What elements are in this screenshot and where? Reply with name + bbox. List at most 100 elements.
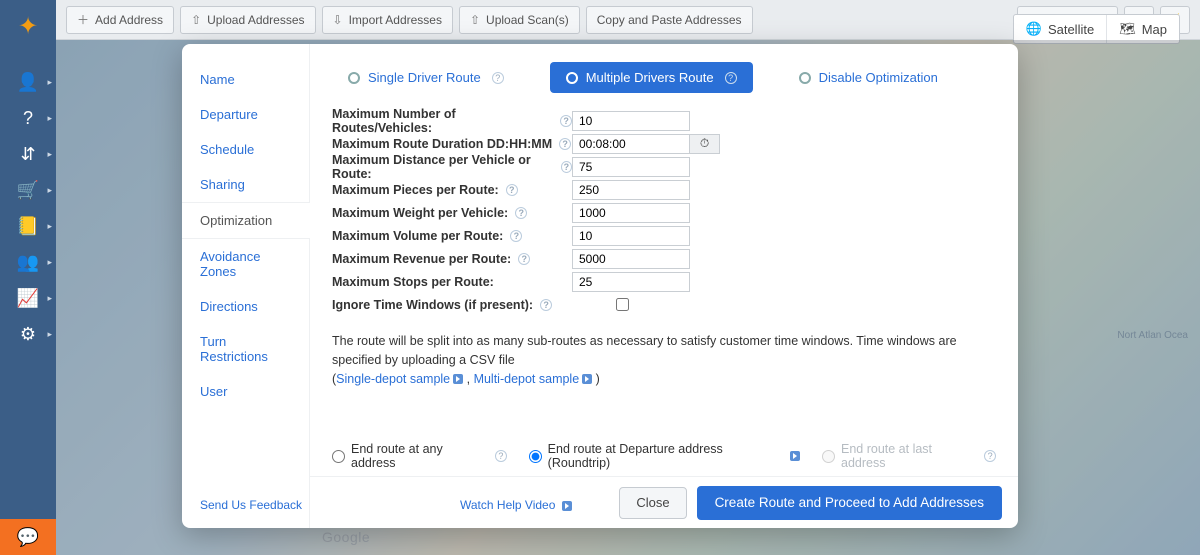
rail-item-routes[interactable]: ⇵▸ [0, 136, 56, 172]
max-routes-label: Maximum Number of Routes/Vehicles: [332, 107, 553, 135]
multi-depot-sample-link[interactable]: Multi-depot sample [474, 372, 593, 386]
side-optimization[interactable]: Optimization [182, 202, 309, 239]
help-icon[interactable]: ? [559, 138, 571, 150]
clock-icon: ⏱ [700, 136, 709, 151]
max-distance-label: Maximum Distance per Vehicle or Route: [332, 153, 554, 181]
copy-paste-button[interactable]: Copy and Paste Addresses [586, 6, 753, 34]
max-weight-input[interactable] [572, 203, 690, 223]
add-address-button[interactable]: ＋Add Address [66, 6, 174, 34]
help-icon[interactable]: ? [560, 115, 572, 127]
tab-single-driver[interactable]: Single Driver Route? [332, 62, 520, 93]
help-icon[interactable]: ? [540, 299, 552, 311]
max-duration-input[interactable] [572, 134, 690, 154]
max-revenue-label: Maximum Revenue per Route: [332, 252, 511, 266]
rail-item-analytics[interactable]: 📈▸ [0, 280, 56, 316]
help-icon[interactable]: ? [518, 253, 530, 265]
help-icon: ? [984, 450, 996, 462]
help-icon[interactable]: ? [492, 72, 504, 84]
time-window-note: The route will be split into as many sub… [332, 332, 996, 388]
rail-chat-button[interactable]: 💬 [0, 519, 56, 555]
help-icon[interactable]: ? [515, 207, 527, 219]
map-icon: 🗺 [1119, 21, 1136, 37]
ignore-tw-checkbox[interactable] [616, 298, 629, 311]
help-icon[interactable]: ? [725, 72, 737, 84]
upload-scans-label: Upload Scan(s) [486, 13, 569, 27]
single-depot-sample-link[interactable]: Single-depot sample [336, 372, 463, 386]
map-map-button[interactable]: 🗺Map [1106, 15, 1179, 43]
modal-footer: Close Create Route and Proceed to Add Ad… [310, 476, 1018, 528]
end-any-label: End route at any address [351, 442, 486, 470]
end-roundtrip-option[interactable]: End route at Departure address (Roundtri… [529, 442, 800, 470]
tab-disable-optimization[interactable]: Disable Optimization [783, 62, 954, 93]
rail-item-addressbook[interactable]: 📒▸ [0, 208, 56, 244]
ignore-tw-label: Ignore Time Windows (if present): [332, 298, 533, 312]
max-revenue-input[interactable] [572, 249, 690, 269]
max-routes-input[interactable] [572, 111, 690, 131]
note-text: The route will be split into as many sub… [332, 334, 957, 367]
side-name[interactable]: Name [182, 62, 309, 97]
side-user[interactable]: User [182, 374, 309, 409]
import-addresses-button[interactable]: ⇩Import Addresses [322, 6, 453, 34]
copy-paste-label: Copy and Paste Addresses [597, 13, 742, 27]
route-settings-modal: Name Departure Schedule Sharing Optimiza… [182, 44, 1018, 528]
close-button[interactable]: Close [619, 487, 686, 519]
side-avoidance[interactable]: Avoidance Zones [182, 239, 309, 289]
globe-icon: 🌐 [1026, 21, 1042, 37]
rail-item-team[interactable]: 👥▸ [0, 244, 56, 280]
end-roundtrip-radio[interactable] [529, 450, 542, 463]
optimization-form: Maximum Number of Routes/Vehicles:? Maxi… [310, 103, 1018, 388]
max-pieces-input[interactable] [572, 180, 690, 200]
rail-item-settings[interactable]: ⚙▸ [0, 316, 56, 352]
external-link-icon [582, 374, 592, 384]
radio-icon [799, 72, 811, 84]
side-schedule[interactable]: Schedule [182, 132, 309, 167]
upload-icon: ⇧ [191, 13, 201, 27]
chevron-right-icon: ▸ [47, 293, 52, 304]
left-rail: ✦ 👤▸ ?▸ ⇵▸ 🛒▸ 📒▸ 👥▸ 📈▸ ⚙▸ 💬 [0, 0, 56, 555]
end-any-option[interactable]: End route at any address? [332, 442, 507, 470]
modal-main: Single Driver Route? Multiple Drivers Ro… [310, 44, 1018, 528]
rail-item-add-user[interactable]: 👤▸ [0, 64, 56, 100]
side-sharing[interactable]: Sharing [182, 167, 309, 202]
max-distance-input[interactable] [572, 157, 690, 177]
duration-picker-button[interactable]: ⏱ [690, 134, 720, 154]
create-route-button[interactable]: Create Route and Proceed to Add Addresse… [697, 486, 1002, 520]
max-volume-input[interactable] [572, 226, 690, 246]
tab-multiple-label: Multiple Drivers Route [586, 70, 714, 85]
rail-item-help[interactable]: ?▸ [0, 100, 56, 136]
help-icon[interactable]: ? [561, 161, 572, 173]
satellite-label: Satellite [1048, 22, 1094, 37]
end-any-radio[interactable] [332, 450, 345, 463]
max-stops-label: Maximum Stops per Route: [332, 275, 494, 289]
send-feedback-link[interactable]: Send Us Feedback [200, 498, 302, 512]
side-departure[interactable]: Departure [182, 97, 309, 132]
side-directions[interactable]: Directions [182, 289, 309, 324]
map-satellite-button[interactable]: 🌐 Satellite [1014, 15, 1106, 43]
end-roundtrip-label: End route at Departure address (Roundtri… [548, 442, 782, 470]
chevron-right-icon: ▸ [47, 149, 52, 160]
tab-disable-label: Disable Optimization [819, 70, 938, 85]
chevron-right-icon: ▸ [47, 77, 52, 88]
max-stops-input[interactable] [572, 272, 690, 292]
upload-scans-button[interactable]: ⇧Upload Scan(s) [459, 6, 580, 34]
end-route-options: End route at any address? End route at D… [332, 434, 996, 470]
external-link-icon [790, 451, 800, 461]
plus-icon: ＋ [77, 11, 89, 28]
max-weight-label: Maximum Weight per Vehicle: [332, 206, 508, 220]
upload-addresses-label: Upload Addresses [207, 13, 304, 27]
max-duration-label: Maximum Route Duration DD:HH:MM [332, 137, 552, 151]
help-icon[interactable]: ? [510, 230, 522, 242]
chevron-right-icon: ▸ [47, 257, 52, 268]
side-turn[interactable]: Turn Restrictions [182, 324, 309, 374]
max-volume-label: Maximum Volume per Route: [332, 229, 503, 243]
radio-icon [348, 72, 360, 84]
help-icon[interactable]: ? [495, 450, 507, 462]
rail-item-cart[interactable]: 🛒▸ [0, 172, 56, 208]
help-icon[interactable]: ? [506, 184, 518, 196]
end-last-label: End route at last address [841, 442, 975, 470]
max-pieces-label: Maximum Pieces per Route: [332, 183, 499, 197]
app-logo-icon: ✦ [10, 8, 46, 44]
radio-icon [566, 72, 578, 84]
tab-multiple-drivers[interactable]: Multiple Drivers Route? [550, 62, 753, 93]
upload-addresses-button[interactable]: ⇧ Upload Addresses [180, 6, 315, 34]
